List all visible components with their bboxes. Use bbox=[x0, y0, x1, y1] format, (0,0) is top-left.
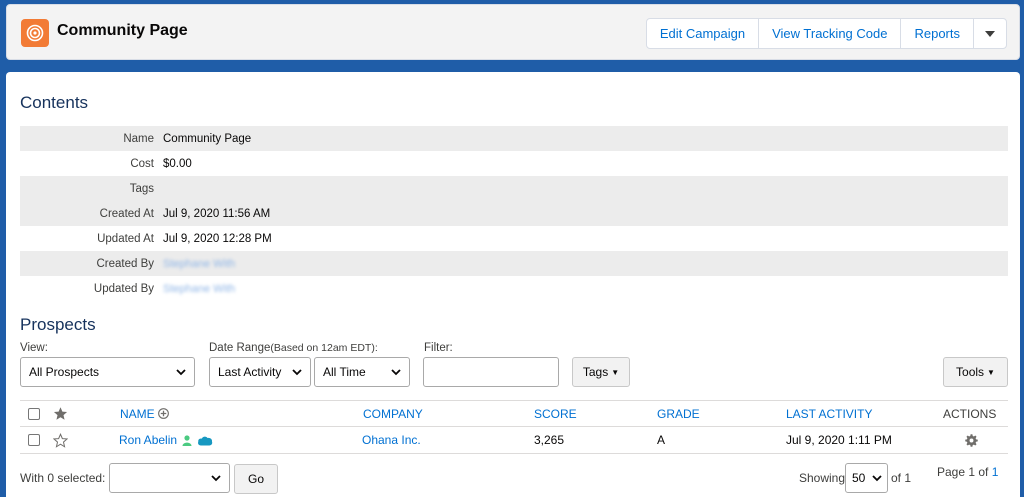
info-label: Name bbox=[123, 132, 154, 145]
page-size-select[interactable]: 50 bbox=[845, 463, 888, 493]
view-label: View: bbox=[20, 342, 48, 354]
company-column-header[interactable]: COMPANY bbox=[363, 401, 423, 426]
tags-button-label: Tags bbox=[582, 365, 609, 379]
page-title: Community Page bbox=[57, 22, 188, 39]
prospects-table-header: NAME COMPANY SCORE GRADE LAST ACTIVITY A… bbox=[20, 400, 1008, 427]
info-value: $0.00 bbox=[163, 157, 192, 170]
go-button[interactable]: Go bbox=[234, 464, 278, 494]
date-range-note: (Based on 12am EDT): bbox=[270, 342, 378, 354]
prospect-grade: A bbox=[657, 433, 666, 447]
chevron-down-icon bbox=[872, 475, 882, 482]
select-all-checkbox-cell bbox=[28, 401, 40, 426]
date-range-field-select[interactable]: Last Activity bbox=[209, 357, 311, 387]
row-checkbox-cell bbox=[28, 427, 40, 453]
info-row-updated-at: Updated At Jul 9, 2020 12:28 PM bbox=[20, 226, 1008, 251]
plus-circle-icon[interactable] bbox=[157, 408, 169, 419]
info-row-tags: Tags bbox=[20, 176, 1008, 201]
caret-down-icon: ▼ bbox=[611, 367, 620, 377]
info-label: Updated At bbox=[97, 232, 154, 245]
info-value: Jul 9, 2020 11:56 AM bbox=[163, 207, 271, 220]
info-value: Jul 9, 2020 12:28 PM bbox=[163, 232, 272, 245]
table-row: Ron Abelin Ohana Inc. 3,265 A Jul 9, 202… bbox=[20, 427, 1008, 454]
prospect-last-activity: Jul 9, 2020 1:11 PM bbox=[786, 433, 892, 447]
prospect-company-link[interactable]: Ohana Inc. bbox=[362, 433, 421, 447]
info-row-created-at: Created At Jul 9, 2020 11:56 AM bbox=[20, 201, 1008, 226]
row-actions-cell bbox=[965, 427, 978, 453]
tags-button[interactable]: Tags ▼ bbox=[572, 357, 630, 387]
chevron-down-icon bbox=[176, 369, 186, 376]
of-total-label: of 1 bbox=[891, 471, 912, 485]
page-text: Page 1 of bbox=[937, 465, 989, 479]
edit-campaign-button[interactable]: Edit Campaign bbox=[647, 19, 760, 48]
grade-column-header[interactable]: GRADE bbox=[657, 401, 700, 426]
info-row-created-by: Created By Stephane With bbox=[20, 251, 1008, 276]
name-column-label: NAME bbox=[120, 406, 155, 421]
info-label: Cost bbox=[130, 157, 154, 170]
info-label: Created At bbox=[99, 207, 154, 220]
info-value: Community Page bbox=[163, 132, 252, 145]
prospect-company-cell: Ohana Inc. bbox=[362, 427, 421, 453]
chevron-down-icon bbox=[985, 30, 995, 37]
prospect-score: 3,265 bbox=[534, 433, 565, 447]
info-label: Updated By bbox=[93, 282, 154, 295]
reports-button[interactable]: Reports bbox=[901, 19, 974, 48]
view-select[interactable]: All Prospects bbox=[20, 357, 195, 387]
info-row-updated-by: Updated By Stephane With bbox=[20, 276, 1008, 301]
actions-column-header: ACTIONS bbox=[943, 406, 997, 421]
prospect-name-link[interactable]: Ron Abelin bbox=[119, 433, 177, 447]
info-label: Tags bbox=[129, 182, 154, 195]
gear-icon[interactable] bbox=[965, 433, 978, 447]
updated-by-user-link[interactable]: Stephane With bbox=[163, 283, 235, 295]
page-size-value: 50 bbox=[852, 471, 866, 485]
filter-input[interactable] bbox=[423, 357, 559, 387]
bulk-action-select[interactable] bbox=[109, 463, 230, 493]
page-link[interactable]: 1 bbox=[992, 465, 999, 479]
tools-button[interactable]: Tools ▼ bbox=[943, 357, 1008, 387]
score-column-header[interactable]: SCORE bbox=[534, 401, 577, 426]
campaign-target-icon bbox=[21, 19, 49, 47]
view-select-value: All Prospects bbox=[29, 365, 100, 379]
salesforce-cloud-icon[interactable] bbox=[197, 435, 213, 446]
created-by-user-link[interactable]: Stephane With bbox=[163, 258, 235, 270]
prospect-name-cell: Ron Abelin bbox=[119, 427, 213, 453]
info-label: Created By bbox=[96, 257, 154, 270]
date-range-label-text: Date Range bbox=[209, 342, 271, 354]
view-tracking-code-button[interactable]: View Tracking Code bbox=[759, 19, 902, 48]
header-button-group: Edit Campaign View Tracking Code Reports bbox=[645, 18, 1007, 49]
info-row-name: Name Community Page bbox=[20, 126, 1008, 151]
chevron-down-icon bbox=[292, 369, 302, 376]
select-all-checkbox[interactable] bbox=[28, 407, 40, 420]
last-activity-column-header[interactable]: LAST ACTIVITY bbox=[786, 401, 872, 426]
date-range-period-value: All Time bbox=[323, 365, 366, 379]
more-actions-button[interactable] bbox=[974, 19, 1006, 48]
page-header: Community Page Edit Campaign View Tracki… bbox=[6, 4, 1020, 60]
tools-button-label: Tools bbox=[956, 365, 985, 379]
name-column-header[interactable]: NAME bbox=[120, 401, 169, 426]
chevron-down-icon bbox=[211, 475, 221, 482]
showing-label: Showing bbox=[799, 471, 846, 485]
star-outline-icon[interactable] bbox=[53, 432, 68, 448]
date-range-period-select[interactable]: All Time bbox=[314, 357, 410, 387]
info-row-cost: Cost $0.00 bbox=[20, 151, 1008, 176]
date-range-label: Date Range(Based on 12am EDT): bbox=[209, 342, 378, 354]
pagination: Page 1 of 1 bbox=[937, 465, 998, 479]
row-checkbox[interactable] bbox=[28, 434, 40, 446]
prospects-heading: Prospects bbox=[20, 315, 96, 334]
row-star-cell bbox=[53, 427, 68, 453]
with-selected-label: With 0 selected: bbox=[20, 471, 106, 485]
main-panel: Contents Name Community Page Cost $0.00 … bbox=[6, 72, 1020, 497]
filter-label: Filter: bbox=[424, 342, 453, 354]
caret-down-icon: ▼ bbox=[987, 367, 995, 377]
star-filled-icon[interactable] bbox=[53, 406, 68, 421]
person-icon bbox=[182, 434, 192, 446]
chevron-down-icon bbox=[391, 369, 401, 376]
contents-heading: Contents bbox=[20, 93, 89, 112]
date-range-field-value: Last Activity bbox=[218, 365, 282, 379]
starred-column-cell bbox=[53, 401, 68, 426]
